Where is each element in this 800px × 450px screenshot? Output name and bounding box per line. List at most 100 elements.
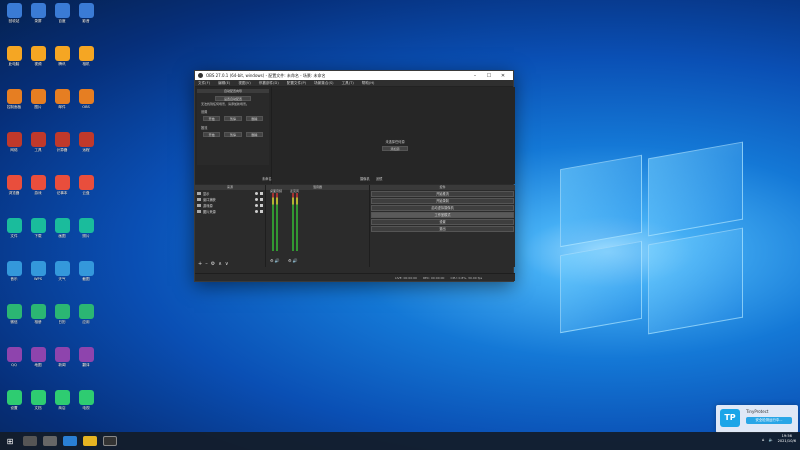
task-view-icon[interactable] bbox=[43, 436, 57, 446]
minimize-button[interactable]: – bbox=[468, 73, 482, 79]
obs-taskbar-icon[interactable] bbox=[103, 436, 117, 446]
menu-edit[interactable]: 编辑(E) bbox=[218, 81, 230, 86]
desktop-icon[interactable]: 网络 bbox=[3, 132, 25, 152]
notification-toast[interactable]: TP TinyProtect 安全检测运行中... bbox=[716, 405, 798, 433]
desktop-icon[interactable]: 相册 bbox=[27, 304, 49, 324]
desktop-icon[interactable]: 应用 bbox=[75, 304, 97, 324]
lock-icon[interactable] bbox=[260, 197, 263, 201]
desktop-icon[interactable]: 微信 bbox=[3, 304, 25, 324]
start-recording-button[interactable]: 开始录制 bbox=[371, 198, 514, 204]
menu-file[interactable]: 文件(F) bbox=[198, 81, 210, 86]
start-button[interactable]: ⊞ bbox=[0, 437, 20, 446]
add-source-button[interactable]: 添加源 bbox=[382, 146, 408, 151]
desktop-icon[interactable]: 天气 bbox=[51, 261, 73, 281]
camera-toggle[interactable]: 摄像机 bbox=[360, 176, 370, 181]
desktop-icon[interactable]: 此电脑 bbox=[3, 46, 25, 66]
toast-action-button[interactable]: 安全检测运行中... bbox=[746, 417, 792, 424]
desktop-icon[interactable]: 地图 bbox=[27, 347, 49, 367]
desktop-icon[interactable]: 画图 bbox=[51, 218, 73, 238]
desktop-icon[interactable]: 游戏 bbox=[27, 175, 49, 195]
obs-titlebar[interactable]: OBS 27.0.1 (64-bit, windows) - 配置文件: 未命名… bbox=[195, 71, 513, 80]
system-tray: ⌂ 🔈 19:56 2021/10/6 bbox=[762, 434, 796, 444]
desktop-icon[interactable]: 记事本 bbox=[51, 175, 73, 195]
menu-view[interactable]: 视图(V) bbox=[238, 81, 250, 86]
desktop-icon[interactable]: 设置 bbox=[3, 390, 25, 410]
desktop-icon[interactable]: 回收站 bbox=[3, 3, 25, 23]
start-button[interactable]: 开始 bbox=[203, 115, 221, 121]
desktop-icon[interactable]: QQ bbox=[3, 347, 25, 367]
preview-area[interactable]: 自动配置向导 设置自动配置 无法找到任何场景，请添加新场景。 设置 开始 暂停 … bbox=[195, 87, 515, 184]
move-down-icon[interactable]: ∨ bbox=[225, 261, 229, 267]
desktop-icon[interactable]: 日历 bbox=[51, 304, 73, 324]
desktop-icon[interactable]: 百度 bbox=[51, 3, 73, 23]
desktop-icon[interactable]: 控制面板 bbox=[3, 89, 25, 109]
desktop-icon[interactable]: 腾讯 bbox=[51, 46, 73, 66]
desktop-icon[interactable]: 录屏 bbox=[27, 3, 49, 23]
move-up-icon[interactable]: ∧ bbox=[218, 261, 222, 267]
remove-icon[interactable]: – bbox=[205, 261, 208, 267]
menu-tools[interactable]: 工具(T) bbox=[342, 81, 354, 86]
add-icon[interactable]: + bbox=[198, 261, 202, 267]
eye-icon[interactable] bbox=[255, 191, 258, 195]
close-button[interactable]: ✕ bbox=[496, 73, 510, 79]
eye-icon[interactable] bbox=[255, 197, 258, 201]
speaker-icon[interactable]: ⚙ 🔊 bbox=[270, 258, 280, 263]
pause-button[interactable]: 暂停 bbox=[224, 115, 242, 121]
desktop-icon[interactable]: 云盘 bbox=[75, 175, 97, 195]
lock-icon[interactable] bbox=[260, 203, 263, 207]
desktop-icon[interactable]: WPS bbox=[27, 261, 49, 281]
desktop-icon[interactable]: 商店 bbox=[51, 390, 73, 410]
maximize-button[interactable]: ☐ bbox=[482, 73, 496, 79]
desktop-icon[interactable]: 视频 bbox=[27, 46, 49, 66]
virtual-camera-button[interactable]: 启动虚拟摄像机 bbox=[371, 205, 514, 211]
start-streaming-button[interactable]: 开始推流 bbox=[371, 191, 514, 197]
menu-docks[interactable]: 停靠部件(D) bbox=[259, 81, 279, 86]
auto-config-button[interactable]: 设置自动配置 bbox=[215, 96, 251, 101]
delete-button[interactable]: 删除 bbox=[245, 115, 263, 121]
desktop-icon[interactable]: 邮件 bbox=[51, 89, 73, 109]
menu-scene-collection[interactable]: 场景集合(S) bbox=[314, 81, 333, 86]
desktop-icon[interactable]: 远程 bbox=[75, 132, 97, 152]
start-button[interactable]: 开始 bbox=[203, 131, 221, 137]
lock-icon[interactable] bbox=[260, 209, 263, 213]
menu-help[interactable]: 帮助(H) bbox=[362, 81, 375, 86]
menu-profile[interactable]: 配置文件(P) bbox=[287, 81, 306, 86]
obs-window: OBS 27.0.1 (64-bit, windows) - 配置文件: 未命名… bbox=[194, 70, 515, 282]
source-item[interactable]: 图片来源 bbox=[195, 208, 265, 214]
network-icon[interactable]: ⌂ bbox=[762, 437, 765, 442]
volume-icon[interactable]: 🔈 bbox=[769, 437, 774, 442]
eye-icon[interactable] bbox=[255, 203, 258, 207]
desktop-icon[interactable]: 浏览器 bbox=[3, 175, 25, 195]
gear-icon[interactable]: ⚙ bbox=[211, 261, 215, 267]
browser-icon[interactable] bbox=[63, 436, 77, 446]
desktop-icon[interactable]: 工具 bbox=[27, 132, 49, 152]
desktop-icon[interactable]: 影音 bbox=[75, 3, 97, 23]
desktop-icon[interactable]: 照片 bbox=[75, 218, 97, 238]
delete-button[interactable]: 删除 bbox=[245, 131, 263, 137]
studio-mode-button[interactable]: 工作室模式 bbox=[371, 212, 514, 218]
desktop-icon[interactable]: 音乐 bbox=[3, 261, 25, 281]
app-icon bbox=[6, 304, 22, 319]
desktop-icon[interactable]: 新闻 bbox=[51, 347, 73, 367]
settings-button[interactable]: 设置 bbox=[371, 219, 514, 225]
desktop-icon[interactable]: 文件 bbox=[3, 218, 25, 238]
search-icon[interactable] bbox=[23, 436, 37, 446]
speaker-icon[interactable]: ⚙ 🔊 bbox=[288, 258, 298, 263]
desktop-icon[interactable]: 电视 bbox=[75, 390, 97, 410]
desktop-icon[interactable]: 文档 bbox=[27, 390, 49, 410]
desktop-icon[interactable]: 截图 bbox=[75, 261, 97, 281]
desktop-icon[interactable]: 翻译 bbox=[75, 347, 97, 367]
desktop-icon[interactable]: OBS bbox=[75, 89, 97, 109]
folder-icon[interactable] bbox=[83, 436, 97, 446]
clock[interactable]: 19:56 2021/10/6 bbox=[778, 434, 796, 444]
pause-button[interactable]: 暂停 bbox=[224, 131, 242, 137]
eye-icon[interactable] bbox=[255, 209, 258, 213]
exit-button[interactable]: 退出 bbox=[371, 226, 514, 232]
source-type-icon bbox=[197, 209, 201, 213]
desktop-icon[interactable]: 图片 bbox=[27, 89, 49, 109]
desktop-icon[interactable]: 下载 bbox=[27, 218, 49, 238]
desktop-icon[interactable]: 计算器 bbox=[51, 132, 73, 152]
filter-toggle[interactable]: 滤镜 bbox=[376, 176, 382, 181]
lock-icon[interactable] bbox=[260, 191, 263, 195]
desktop-icon[interactable]: 相机 bbox=[75, 46, 97, 66]
